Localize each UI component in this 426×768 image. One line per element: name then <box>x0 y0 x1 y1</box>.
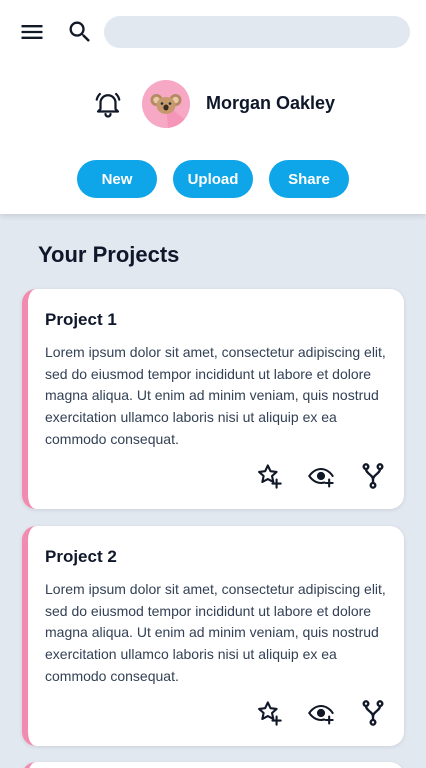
project-card: Project 1 Lorem ipsum dolor sit amet, co… <box>22 289 404 509</box>
eye-plus-icon <box>308 467 334 488</box>
section-title: Your Projects <box>38 242 180 267</box>
share-button[interactable]: Share <box>269 160 349 198</box>
fork-button[interactable] <box>358 698 388 728</box>
project-description: Lorem ipsum dolor sit amet, consectetur … <box>45 581 386 684</box>
avatar[interactable] <box>142 80 190 128</box>
star-button[interactable] <box>254 461 284 491</box>
star-plus-icon <box>258 701 282 726</box>
search-input[interactable] <box>104 16 410 48</box>
header: Morgan Oakley New Upload Share <box>0 0 426 214</box>
eye-plus-icon <box>308 704 334 725</box>
star-button[interactable] <box>254 698 284 728</box>
project-title: Project 2 <box>45 547 117 566</box>
user-name: Morgan Oakley <box>206 93 336 113</box>
bell-ring-icon <box>95 92 121 118</box>
project-card <box>22 762 404 768</box>
fork-icon <box>362 463 384 489</box>
fork-icon <box>362 700 384 726</box>
app-screen: Morgan Oakley New Upload Share Your Proj… <box>0 0 426 768</box>
search-icon <box>69 21 90 42</box>
star-plus-icon <box>258 464 282 489</box>
koala-avatar-icon <box>142 80 190 128</box>
search-button[interactable] <box>62 14 98 50</box>
project-card: Project 2 Lorem ipsum dolor sit amet, co… <box>22 526 404 746</box>
project-description: Lorem ipsum dolor sit amet, consectetur … <box>45 344 386 447</box>
watch-button[interactable] <box>306 698 336 728</box>
menu-button[interactable] <box>14 14 50 50</box>
notifications-button[interactable] <box>90 86 126 122</box>
watch-button[interactable] <box>306 461 336 491</box>
project-title: Project 1 <box>45 310 117 329</box>
menu-icon <box>21 25 43 39</box>
new-button[interactable]: New <box>77 160 157 198</box>
upload-button[interactable]: Upload <box>173 160 253 198</box>
fork-button[interactable] <box>358 461 388 491</box>
